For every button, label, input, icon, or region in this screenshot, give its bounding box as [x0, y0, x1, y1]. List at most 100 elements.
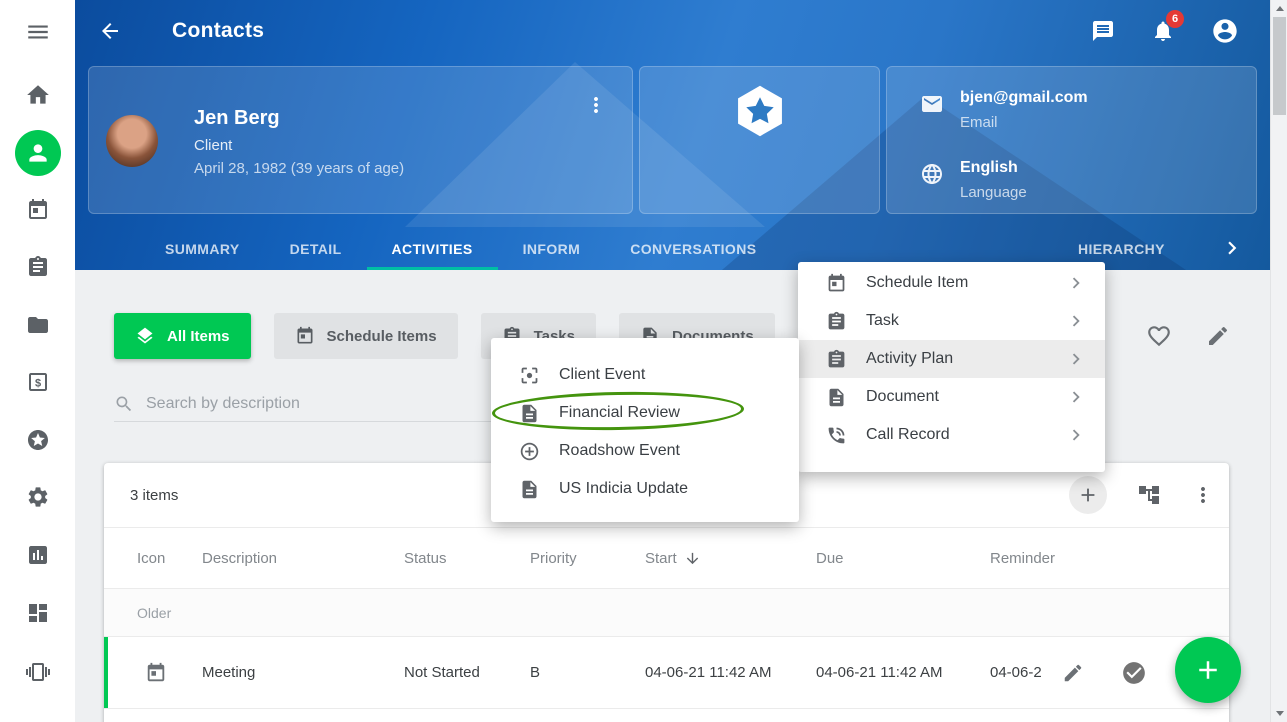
scrollbar-thumb[interactable]	[1273, 17, 1286, 115]
topbar: Contacts 6	[75, 0, 1270, 62]
folder-icon[interactable]	[26, 313, 50, 337]
filter-schedule-items-button[interactable]: Schedule Items	[274, 313, 458, 359]
plus-icon	[1077, 484, 1099, 506]
scroll-down-arrow[interactable]	[1271, 705, 1287, 722]
filter-label: All Items	[167, 328, 230, 345]
notification-badge: 6	[1166, 10, 1184, 28]
submenu-item-us-indicia-update[interactable]: US Indicia Update	[491, 470, 799, 508]
reports-chart-icon[interactable]	[26, 543, 50, 567]
nav-rail	[0, 0, 75, 722]
submenu-item-roadshow-event[interactable]: Roadshow Event	[491, 432, 799, 470]
hamburger-menu-icon[interactable]	[25, 19, 51, 45]
row-type-calendar-icon	[137, 662, 202, 684]
column-description[interactable]: Description	[202, 550, 404, 567]
contact-details-card: bjen@gmail.com Email English Language	[886, 66, 1257, 214]
phone-call-icon	[826, 425, 847, 446]
hexagon-star-icon[interactable]	[732, 83, 788, 144]
tab-label: DETAIL	[290, 241, 342, 257]
document-icon	[519, 479, 540, 500]
layers-icon	[135, 326, 155, 346]
submenu-item-financial-review[interactable]: Financial Review	[491, 394, 799, 432]
chat-icon[interactable]	[1091, 19, 1115, 43]
tab-conversations[interactable]: CONVERSATIONS	[605, 228, 781, 270]
row-description: Meeting	[202, 664, 404, 681]
plus-circle-icon	[519, 441, 540, 462]
plus-icon	[1193, 655, 1223, 685]
menu-item-label: Activity Plan	[866, 350, 953, 368]
notifications-bell-icon[interactable]: 6	[1151, 19, 1175, 43]
card-more-icon[interactable]	[584, 93, 608, 117]
menu-item-label: Schedule Item	[866, 274, 968, 292]
table-column-headers: Icon Description Status Priority Start D…	[104, 527, 1229, 589]
menu-item-label: Client Event	[559, 366, 645, 384]
table-actions	[1069, 476, 1215, 514]
hierarchy-view-icon[interactable]	[1137, 483, 1161, 507]
row-complete-icon[interactable]	[1121, 660, 1147, 686]
menu-item-document[interactable]: Document	[798, 378, 1105, 416]
home-icon[interactable]	[25, 82, 51, 108]
topbar-actions: 6	[1091, 17, 1239, 45]
column-priority[interactable]: Priority	[530, 550, 645, 567]
featured-star-icon[interactable]	[26, 428, 50, 452]
email-label: Email	[960, 114, 1088, 131]
email-row: bjen@gmail.com Email	[920, 89, 1088, 131]
submenu-chevron-icon	[1065, 424, 1087, 446]
column-reminder[interactable]: Reminder	[990, 550, 1229, 567]
submenu-chevron-icon	[1065, 386, 1087, 408]
column-due[interactable]: Due	[816, 550, 990, 567]
settings-gear-icon[interactable]	[26, 485, 50, 509]
tab-summary[interactable]: SUMMARY	[140, 228, 265, 270]
column-status[interactable]: Status	[404, 550, 530, 567]
table-more-icon[interactable]	[1191, 483, 1215, 507]
email-icon	[920, 92, 944, 131]
page-scrollbar[interactable]	[1270, 0, 1287, 722]
tab-detail[interactable]: DETAIL	[265, 228, 367, 270]
mobile-vibration-icon[interactable]	[26, 660, 50, 684]
favorite-heart-icon[interactable]	[1146, 323, 1172, 349]
filter-all-items-button[interactable]: All Items	[114, 313, 251, 359]
menu-item-label: Financial Review	[559, 404, 680, 422]
menu-item-label: US Indicia Update	[559, 480, 688, 498]
add-fab-button[interactable]	[1175, 637, 1241, 703]
menu-item-task[interactable]: Task	[798, 302, 1105, 340]
menu-item-call-record[interactable]: Call Record	[798, 416, 1105, 454]
account-avatar-icon[interactable]	[1211, 17, 1239, 45]
edit-pencil-icon[interactable]	[1206, 324, 1230, 348]
tab-label: CONVERSATIONS	[630, 241, 756, 257]
clipboard-icon	[826, 349, 847, 370]
table-add-button[interactable]	[1069, 476, 1107, 514]
clipboard-icon	[826, 311, 847, 332]
tab-activities[interactable]: ACTIVITIES	[367, 228, 498, 270]
row-edit-icon[interactable]	[1062, 662, 1084, 684]
tab-inform[interactable]: INFORM	[498, 228, 606, 270]
scroll-up-arrow[interactable]	[1271, 0, 1287, 17]
calendar-icon	[826, 273, 847, 294]
tab-label: INFORM	[523, 241, 581, 257]
menu-item-schedule-item[interactable]: Schedule Item	[798, 264, 1105, 302]
submenu-chevron-icon	[1065, 348, 1087, 370]
calendar-icon	[295, 326, 315, 346]
column-icon[interactable]: Icon	[137, 550, 202, 567]
dashboard-icon[interactable]	[26, 601, 50, 625]
globe-icon	[920, 162, 944, 201]
contact-role: Client	[194, 137, 404, 154]
row-group-label: Older	[137, 605, 171, 621]
calendar-icon[interactable]	[26, 198, 50, 222]
row-group-header[interactable]: Older	[104, 589, 1229, 637]
contacts-icon-active[interactable]	[15, 130, 61, 176]
tab-label: SUMMARY	[165, 241, 240, 257]
table-row[interactable]: Meeting Not Started B 04-06-21 11:42 AM …	[104, 637, 1229, 709]
billing-icon[interactable]	[26, 370, 50, 394]
menu-item-label: Call Record	[866, 426, 950, 444]
avatar	[106, 115, 158, 167]
tasks-icon[interactable]	[26, 255, 50, 279]
column-start[interactable]: Start	[645, 550, 816, 567]
back-arrow-icon[interactable]	[98, 19, 122, 43]
tabs-overflow-chevron-icon[interactable]	[1219, 235, 1245, 261]
rating-card	[639, 66, 880, 214]
page-title: Contacts	[172, 19, 264, 43]
add-context-menu: Schedule Item Task Activity Plan Documen…	[798, 262, 1105, 472]
submenu-item-client-event[interactable]: Client Event	[491, 356, 799, 394]
sort-desc-arrow-icon	[684, 550, 701, 567]
menu-item-activity-plan[interactable]: Activity Plan	[798, 340, 1105, 378]
